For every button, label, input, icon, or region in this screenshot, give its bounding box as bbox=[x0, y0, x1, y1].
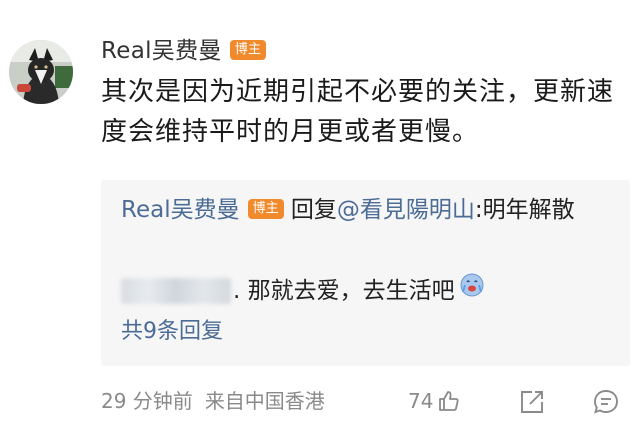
reply-author-badge: 博主 bbox=[247, 198, 284, 219]
author-badge: 博主 bbox=[229, 39, 267, 60]
comment-author[interactable]: Real吴费曼 博主 bbox=[101, 36, 267, 66]
reply-item-2[interactable]: . 那就去爱，去生活吧 bbox=[121, 272, 485, 310]
share-button[interactable] bbox=[518, 388, 546, 420]
view-all-replies-link[interactable]: 共9条回复 bbox=[121, 316, 223, 348]
comment-meta: 29 分钟前 来自中国香港 bbox=[101, 386, 337, 416]
thumbs-up-icon bbox=[437, 389, 461, 413]
reply-word: 回复 bbox=[290, 197, 337, 223]
reply-author-name[interactable]: Real吴费曼 bbox=[121, 197, 240, 223]
comment-author-name[interactable]: Real吴费曼 bbox=[101, 38, 222, 64]
comment-icon bbox=[594, 390, 618, 414]
comment-text: 其次是因为近期引起不必要的关注，更新速度会维持平时的月更或者更慢。 bbox=[101, 77, 615, 147]
dog-avatar-icon bbox=[9, 40, 73, 104]
location-source: 来自中国香港 bbox=[204, 389, 325, 413]
avatar[interactable] bbox=[9, 40, 73, 104]
reply-text: . 那就去爱，去生活吧 bbox=[233, 278, 455, 304]
quoted-text: :明年解散 bbox=[474, 197, 575, 223]
timestamp: 29 分钟前 bbox=[101, 389, 193, 413]
blurred-username bbox=[121, 278, 231, 304]
comment-button[interactable] bbox=[592, 388, 620, 420]
like-count: 74 bbox=[408, 389, 434, 413]
crying-emoji-icon bbox=[459, 272, 485, 310]
mention-link[interactable]: @看見陽明山 bbox=[337, 197, 475, 223]
share-icon bbox=[521, 391, 543, 413]
reply-item[interactable]: Real吴费曼 博主 回复@看見陽明山:明年解散 bbox=[121, 190, 621, 230]
reply-preview[interactable]: Real吴费曼 博主 回复@看見陽明山:明年解散 . 那就去爱，去生活吧 共9条回… bbox=[101, 180, 630, 366]
like-button[interactable]: 74 bbox=[408, 386, 461, 416]
